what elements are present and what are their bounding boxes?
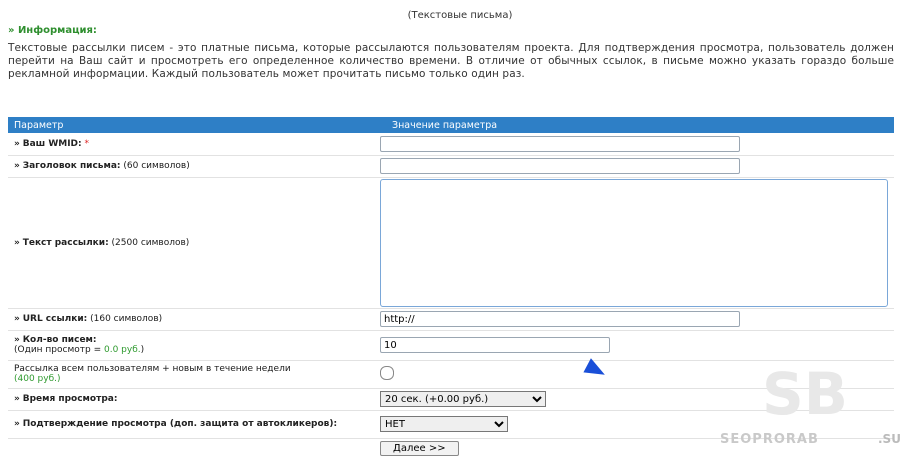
intro-text: Текстовые рассылки писем - это платные п… (8, 42, 894, 80)
page-title: (Текстовые письма) (407, 10, 513, 21)
confirm-select[interactable]: НЕТ (380, 416, 508, 432)
count-price: 0.0 руб. (103, 345, 141, 355)
message-textarea[interactable] (380, 178, 888, 307)
row-arrow: » (14, 138, 20, 149)
wmid-input[interactable] (380, 135, 740, 152)
broadcast-price: (400 руб.) (14, 374, 61, 384)
wmid-label: Ваш WMID: (22, 138, 82, 149)
row-arrow: » (14, 161, 20, 171)
row-arrow: » (14, 335, 20, 345)
row-text: » Текст рассылки: (2500 символов) (8, 177, 894, 309)
row-arrow: » (14, 237, 20, 248)
watermark: SEOPRORAB .SU (720, 420, 910, 460)
required-asterisk: * (84, 138, 90, 149)
row-arrow: » (14, 419, 20, 429)
row-wmid: » Ваш WMID: * (8, 133, 894, 156)
count-hint-suffix: ) (140, 345, 145, 355)
info-heading: » Информация: (8, 25, 97, 36)
next-button[interactable]: Далее >> (380, 440, 459, 456)
row-subject: » Заголовок письма: (60 символов) (8, 155, 894, 178)
broadcast-checkbox[interactable] (380, 365, 394, 380)
row-url: » URL ссылки: (160 символов) (8, 308, 894, 331)
watermark-text: SEOPRORAB (720, 432, 819, 447)
watermark-logo: SB (762, 360, 848, 428)
url-hint: (160 символов) (90, 314, 163, 324)
view-time-label: Время просмотра: (22, 394, 118, 404)
url-label: URL ссылки: (22, 314, 88, 324)
count-hint-prefix: (Один просмотр = (14, 345, 104, 355)
watermark-suffix: .SU (878, 432, 901, 446)
subject-label: Заголовок письма: (22, 161, 121, 171)
view-time-select[interactable]: 20 сек. (+0.00 руб.) (380, 391, 546, 407)
count-input[interactable] (380, 337, 610, 353)
text-hint: (2500 символов) (111, 237, 190, 248)
row-count: » Кол-во писем: (Один просмотр = 0.0 руб… (8, 330, 894, 361)
subject-hint: (60 символов) (123, 161, 190, 171)
confirm-label: Подтверждение просмотра (доп. защита от … (22, 419, 338, 429)
column-header-param: Параметр (14, 119, 64, 131)
broadcast-label: Рассылка всем пользователям + новым в те… (14, 364, 291, 374)
text-label: Текст рассылки: (22, 237, 109, 248)
table-header: Параметр Значение параметра (8, 117, 894, 133)
column-header-value: Значение параметра (392, 119, 498, 131)
subject-input[interactable] (380, 158, 740, 174)
row-arrow: » (14, 394, 20, 404)
url-input[interactable] (380, 311, 740, 327)
count-label: Кол-во писем: (22, 335, 97, 345)
row-arrow: » (14, 314, 20, 324)
